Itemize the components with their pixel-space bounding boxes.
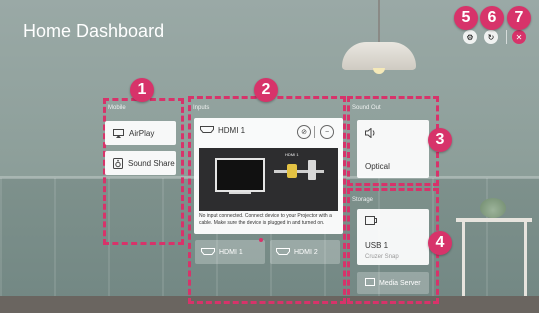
input-hdmi1-label: HDMI 1 — [219, 248, 243, 256]
input-settings-button[interactable]: ⊘ — [297, 125, 311, 139]
tv-stand — [229, 192, 251, 194]
airplay-label: AirPlay — [129, 128, 155, 138]
badge-3: 3 — [428, 128, 452, 152]
remove-button[interactable]: − — [320, 125, 334, 139]
badge-6: 6 — [480, 6, 504, 30]
status-dot — [259, 238, 263, 242]
settings-button[interactable]: ⚙ — [463, 30, 477, 44]
minus-icon: − — [324, 128, 330, 136]
lamp-wire — [378, 0, 380, 44]
media-server-label: Media Server — [379, 279, 421, 287]
hdmi-icon — [200, 126, 214, 135]
inputs-label: Inputs — [193, 105, 210, 111]
lamp-bulb — [373, 68, 385, 74]
no-signal-icon: ⊘ — [301, 129, 307, 136]
close-icon: ✕ — [515, 32, 523, 42]
sound-share-label: Sound Share — [128, 158, 175, 168]
preview-callout: HDMI 1 — [285, 152, 299, 157]
speaker-icon — [365, 127, 377, 140]
storage-label: Storage — [352, 197, 374, 203]
media-server-icon — [365, 278, 375, 288]
badge-2: 2 — [254, 78, 278, 102]
airplay-icon — [113, 128, 124, 138]
divider — [314, 126, 315, 138]
mobile-label: Mobile — [108, 105, 126, 111]
sound-out-card[interactable]: Optical — [357, 120, 429, 178]
hdmi-icon — [201, 247, 215, 257]
close-button[interactable]: ✕ — [512, 30, 526, 44]
storage-device-name: USB 1 — [365, 241, 389, 250]
side-table-leg — [524, 222, 527, 296]
refresh-button[interactable]: ↻ — [484, 30, 498, 44]
cable-illustration — [274, 170, 324, 173]
airplay-button[interactable]: AirPlay — [105, 121, 176, 145]
tv-illustration — [215, 158, 265, 192]
badge-4: 4 — [428, 231, 452, 255]
sound-share-button[interactable]: Sound Share — [105, 151, 176, 175]
hdmi-active-label: HDMI 1 — [218, 126, 246, 135]
plant — [480, 198, 506, 218]
dashboard-screen: Home Dashboard ⚙ ↻ ✕ Mobile AirPlay Soun… — [0, 0, 539, 313]
hdmi-active-header: HDMI 1 — [200, 126, 245, 135]
usb-icon — [365, 216, 377, 227]
media-server-button[interactable]: Media Server — [357, 272, 429, 294]
sound-out-value: Optical — [365, 162, 390, 171]
refresh-icon: ↻ — [487, 32, 495, 42]
badge-7: 7 — [507, 6, 531, 30]
plug-illustration — [287, 164, 297, 178]
input-description: No input connected. Connect device to yo… — [199, 213, 332, 226]
badge-5: 5 — [454, 6, 478, 30]
input-hdmi2-button[interactable]: HDMI 2 — [270, 240, 340, 264]
divider — [506, 30, 507, 44]
plug-illustration — [308, 160, 316, 180]
speaker-icon — [113, 157, 123, 169]
pendant-lamp — [342, 42, 416, 70]
hdmi-icon — [276, 247, 290, 257]
input-hdmi2-label: HDMI 2 — [294, 248, 318, 256]
badge-1: 1 — [130, 78, 154, 102]
page-title: Home Dashboard — [23, 21, 165, 41]
side-table — [456, 218, 532, 222]
storage-device-card[interactable]: USB 1 Cruzer Snap — [357, 209, 429, 265]
input-hdmi1-button[interactable]: HDMI 1 — [195, 240, 265, 264]
sound-out-label: Sound Out — [352, 105, 381, 111]
side-table-leg — [462, 222, 465, 296]
storage-device-sub: Cruzer Snap — [365, 254, 399, 260]
input-preview: HDMI 1 — [199, 148, 338, 211]
gear-icon: ⚙ — [466, 32, 474, 42]
